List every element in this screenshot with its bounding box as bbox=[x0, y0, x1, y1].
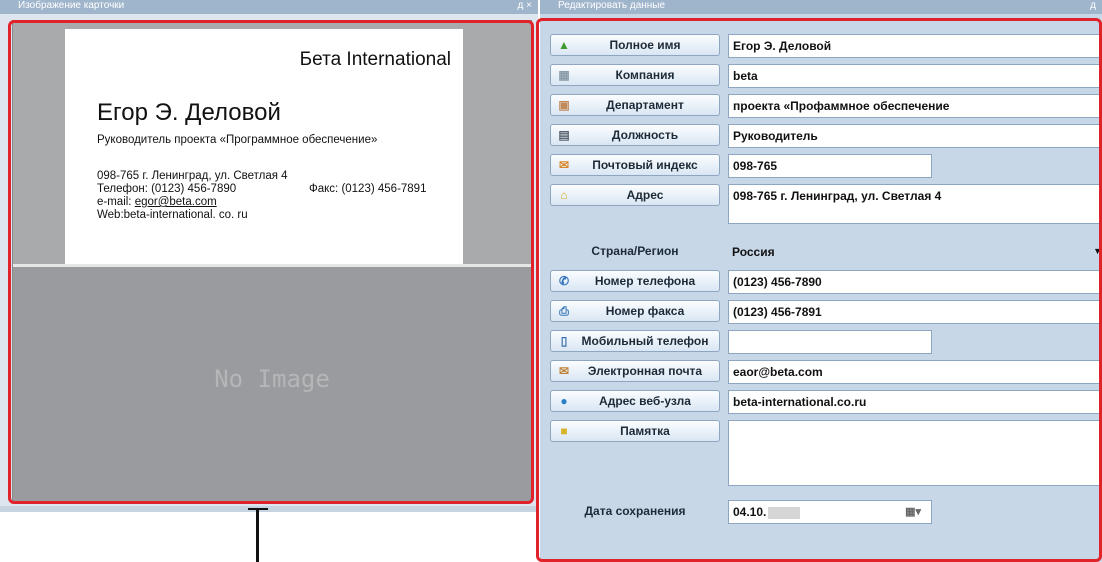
mobile-field[interactable] bbox=[728, 330, 932, 354]
fax-icon: ⎙ bbox=[559, 304, 569, 318]
desk-icon: ▤ bbox=[558, 128, 570, 142]
house-icon: ⌂ bbox=[560, 188, 568, 202]
card-image-panel-title: Изображение карточки д × bbox=[0, 0, 538, 14]
save-date-value: 04.10. bbox=[733, 505, 767, 519]
department-button[interactable]: ▣ Департамент bbox=[550, 94, 720, 116]
row-memo: ■ Памятка bbox=[550, 418, 1102, 486]
calendar-dropdown-icon[interactable]: ▦▾ bbox=[905, 505, 921, 518]
fax-label: Номер факса bbox=[605, 304, 685, 318]
card-fax: Факс: (0123) 456-7891 bbox=[309, 183, 427, 195]
callout-pointer bbox=[256, 510, 259, 562]
fax-button[interactable]: ⎙ Номер факса bbox=[550, 300, 720, 322]
website-field[interactable]: beta-international.co.ru bbox=[728, 390, 1102, 414]
edit-data-panel-title-text: Редактировать данные bbox=[558, 0, 666, 11]
card-email-prefix: e-mail: bbox=[97, 196, 135, 208]
row-fax: ⎙ Номер факса (0123) 456-7891 bbox=[550, 298, 1102, 324]
website-button[interactable]: ● Адрес веб-узла bbox=[550, 390, 720, 412]
phone-icon: ✆ bbox=[558, 274, 570, 288]
website-label: Адрес веб-узла bbox=[599, 394, 691, 408]
chevron-down-icon[interactable]: ▼ bbox=[1093, 246, 1102, 256]
mobile-button[interactable]: ▯ Мобильный телефон bbox=[550, 330, 720, 352]
card-image-panel-footer bbox=[0, 506, 538, 512]
address-field[interactable]: 098-765 г. Ленинград, ул. Светлая 4 bbox=[728, 184, 1102, 224]
postal-code-field[interactable]: 098-765 bbox=[728, 154, 932, 178]
company-field[interactable]: beta bbox=[728, 64, 1102, 88]
phone-label: Номер телефона bbox=[594, 274, 696, 288]
company-label: Компания bbox=[615, 68, 675, 82]
row-save-date: Дата сохранения 04.10. ▦▾ bbox=[550, 498, 1102, 524]
envelope-icon: ✉ bbox=[558, 364, 570, 378]
address-label: Адрес bbox=[626, 188, 664, 202]
edit-data-panel: Редактировать данные д ▲ Полное имя Егор… bbox=[540, 0, 1102, 562]
address-button[interactable]: ⌂ Адрес bbox=[550, 184, 720, 206]
full-name-button[interactable]: ▲ Полное имя bbox=[550, 34, 720, 56]
card-company: Бета International bbox=[299, 49, 451, 70]
row-department: ▣ Департамент проекта «Профаммное обеспе… bbox=[550, 92, 1102, 118]
mobile-icon: ▯ bbox=[560, 334, 568, 348]
full-name-field[interactable]: Егор Э. Деловой bbox=[728, 34, 1102, 58]
redacted-year bbox=[768, 506, 801, 519]
row-country: Страна/Регион Россия ▼ bbox=[550, 238, 1102, 264]
row-mobile: ▯ Мобильный телефон bbox=[550, 328, 1102, 354]
country-label: Страна/Регион bbox=[591, 244, 679, 258]
memo-field[interactable] bbox=[728, 420, 1102, 486]
card-name: Егор Э. Деловой bbox=[97, 99, 281, 126]
email-field[interactable]: eaor@beta.com bbox=[728, 360, 1102, 384]
person-icon: ▲ bbox=[558, 38, 570, 52]
row-website: ● Адрес веб-узла beta-international.co.r… bbox=[550, 388, 1102, 414]
building-icon: ▦ bbox=[558, 68, 570, 82]
postal-code-button[interactable]: ✉ Почтовый индекс bbox=[550, 154, 720, 176]
department-label: Департамент bbox=[606, 98, 684, 112]
position-field[interactable]: Руководитель bbox=[728, 124, 1102, 148]
door-icon: ▣ bbox=[558, 98, 570, 112]
app-root: Изображение карточки д × Бета Internatio… bbox=[0, 0, 1102, 562]
phone-field[interactable]: (0123) 456-7890 bbox=[728, 270, 1102, 294]
row-postal-code: ✉ Почтовый индекс 098-765 bbox=[550, 152, 1102, 178]
phone-button[interactable]: ✆ Номер телефона bbox=[550, 270, 720, 292]
save-date-field[interactable]: 04.10. ▦▾ bbox=[728, 500, 932, 524]
note-icon: ■ bbox=[560, 424, 568, 438]
memo-label: Памятка bbox=[620, 424, 670, 438]
company-button[interactable]: ▦ Компания bbox=[550, 64, 720, 86]
row-position: ▤ Должность Руководитель bbox=[550, 122, 1102, 148]
card-web: Web:beta-international. co. ru bbox=[97, 209, 248, 221]
card-email: e-mail: egor@beta.com bbox=[97, 196, 217, 208]
position-label: Должность bbox=[611, 128, 679, 142]
card-image-panel-controls[interactable]: д × bbox=[518, 0, 532, 12]
card-back-placeholder: No Image bbox=[13, 267, 531, 503]
row-company: ▦ Компания beta bbox=[550, 62, 1102, 88]
email-label: Электронная почта bbox=[587, 364, 703, 378]
postal-code-label: Почтовый индекс bbox=[592, 158, 698, 172]
card-image-panel-title-text: Изображение карточки bbox=[18, 0, 125, 11]
card-role: Руководитель проекта «Программное обеспе… bbox=[97, 134, 378, 146]
row-phone: ✆ Номер телефона (0123) 456-7890 bbox=[550, 268, 1102, 294]
mobile-label: Мобильный телефон bbox=[581, 334, 709, 348]
position-button[interactable]: ▤ Должность bbox=[550, 124, 720, 146]
card-image-viewer: Бета International Егор Э. Деловой Руков… bbox=[12, 20, 532, 503]
save-date-label: Дата сохранения bbox=[584, 504, 686, 518]
postal-icon: ✉ bbox=[558, 158, 570, 172]
card-email-link: egor@beta.com bbox=[134, 196, 217, 208]
edit-data-panel-title: Редактировать данные д bbox=[540, 0, 1102, 14]
card-image-panel: Изображение карточки д × Бета Internatio… bbox=[0, 0, 538, 512]
department-field[interactable]: проекта «Профаммное обеспечение bbox=[728, 94, 1102, 118]
memo-button[interactable]: ■ Памятка bbox=[550, 420, 720, 442]
row-full-name: ▲ Полное имя Егор Э. Деловой bbox=[550, 32, 1102, 58]
full-name-label: Полное имя bbox=[609, 38, 681, 52]
card-address: 098-765 г. Ленинград, ул. Светлая 4 bbox=[97, 170, 288, 182]
country-select[interactable]: Россия ▼ bbox=[728, 240, 1102, 264]
row-email: ✉ Электронная почта eaor@beta.com bbox=[550, 358, 1102, 384]
country-value: Россия bbox=[732, 245, 775, 259]
edit-data-panel-controls[interactable]: д bbox=[1090, 0, 1096, 12]
fax-field[interactable]: (0123) 456-7891 bbox=[728, 300, 1102, 324]
row-address: ⌂ Адрес 098-765 г. Ленинград, ул. Светла… bbox=[550, 182, 1102, 224]
globe-icon: ● bbox=[560, 394, 568, 408]
no-image-text: No Image bbox=[214, 365, 330, 393]
business-card-front: Бета International Егор Э. Деловой Руков… bbox=[65, 29, 463, 265]
email-button[interactable]: ✉ Электронная почта bbox=[550, 360, 720, 382]
edit-data-form: ▲ Полное имя Егор Э. Деловой ▦ Компания … bbox=[540, 14, 1102, 562]
card-phone: Телефон: (0123) 456-7890 bbox=[97, 183, 237, 195]
